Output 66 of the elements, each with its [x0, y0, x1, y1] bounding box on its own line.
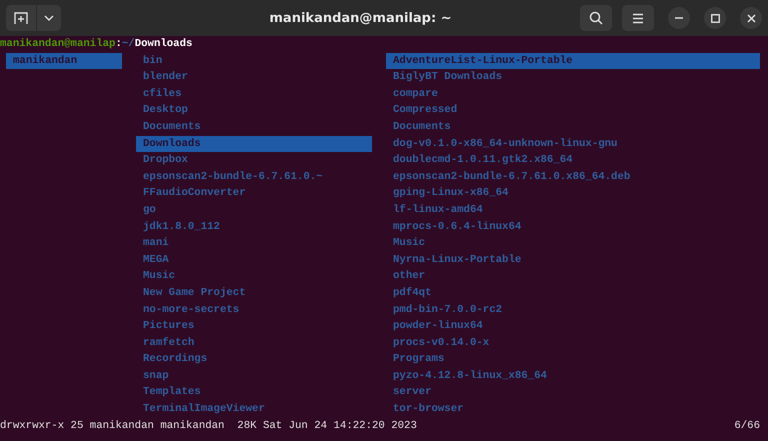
file-entry[interactable]: tor-browser	[386, 401, 760, 418]
maximize-button[interactable]	[704, 7, 726, 29]
close-icon	[746, 14, 756, 22]
file-entry[interactable]: pdf4qt	[386, 284, 760, 302]
file-entry[interactable]: blender	[136, 69, 372, 86]
file-entry[interactable]: bin	[136, 52, 372, 70]
file-entry[interactable]: snap	[136, 368, 372, 384]
file-entry[interactable]: TerminalImageViewer	[136, 401, 372, 418]
file-entry[interactable]: dog-v0.1.0-x86_64-unknown-linux-gnu	[386, 136, 760, 152]
file-entry[interactable]: Documents	[136, 118, 372, 136]
file-entry[interactable]: lf-linux-amd64	[386, 202, 760, 219]
new-tab-icon	[14, 12, 28, 24]
minimize-button[interactable]	[668, 7, 690, 29]
file-entry[interactable]: AdventureList-Linux-Portable	[386, 52, 760, 70]
search-icon	[589, 11, 603, 25]
prompt-text: Downloads	[134, 38, 192, 50]
file-entry[interactable]: procs-v0.14.0-x	[386, 334, 760, 352]
file-entry[interactable]: Dropbox	[136, 152, 372, 169]
dropdown-button[interactable]	[37, 5, 61, 31]
file-entry[interactable]: compare	[386, 86, 760, 102]
file-entry[interactable]: Music	[386, 235, 760, 252]
maximize-icon	[710, 14, 720, 22]
menu-icon	[632, 12, 644, 24]
file-entry[interactable]: mprocs-0.6.4-linux64	[386, 218, 760, 236]
file-entry[interactable]: Pictures	[136, 318, 372, 335]
file-info: drwxrwxr-x 25 manikandan manikandan 28K Sat Jun 24 14:22:20 2023	[0, 418, 417, 434]
file-entry[interactable]: gping-Linux-x86_64	[386, 185, 760, 202]
file-entry[interactable]: Music	[136, 268, 372, 285]
prompt-text: ~/	[122, 38, 135, 50]
file-entry[interactable]: epsonscan2-bundle-6.7.61.0.x86_64.deb	[386, 168, 760, 186]
file-entry[interactable]: doublecmd-1.0.11.gtk2.x86_64	[386, 152, 760, 169]
file-entry[interactable]: go	[136, 202, 372, 219]
file-entry[interactable]: FFaudioConverter	[136, 185, 372, 202]
prompt-text: manikandan@manilap	[0, 38, 116, 50]
file-entry[interactable]: epsonscan2-bundle-6.7.61.0.~	[136, 168, 372, 186]
file-entry[interactable]: BiglyBT Downloads	[386, 69, 760, 86]
file-entry[interactable]: manikandan	[6, 52, 122, 70]
file-entry[interactable]: pyzo-4.12.8-linux_x86_64	[386, 368, 760, 384]
position-counter: 6/66	[734, 418, 760, 434]
file-entry[interactable]: Desktop	[136, 102, 372, 119]
menu-button[interactable]	[622, 5, 654, 31]
file-entry[interactable]: no-more-secrets	[136, 302, 372, 318]
close-button[interactable]	[740, 7, 762, 29]
file-entry[interactable]: mani	[136, 235, 372, 252]
file-entry[interactable]: jdk1.8.0_112	[136, 218, 372, 236]
file-entry[interactable]: ramfetch	[136, 334, 372, 352]
file-entry[interactable]: New Game Project	[136, 284, 372, 302]
file-entry[interactable]: other	[386, 268, 760, 285]
search-button[interactable]	[580, 5, 612, 31]
prompt-text: :	[115, 38, 122, 50]
chevron-down-icon	[44, 15, 54, 21]
file-entry[interactable]: pmd-bin-7.0.0-rc2	[386, 302, 760, 318]
file-entry[interactable]: Programs	[386, 351, 760, 368]
file-entry[interactable]: Nyrna-Linux-Portable	[386, 252, 760, 268]
file-entry[interactable]: MEGA	[136, 252, 372, 268]
file-entry[interactable]: powder-linux64	[386, 318, 760, 335]
file-entry[interactable]: Recordings	[136, 351, 372, 368]
file-entry[interactable]: Documents	[386, 118, 760, 136]
new-tab-button[interactable]	[6, 5, 36, 31]
file-entry[interactable]: Downloads	[136, 136, 372, 152]
file-entry[interactable]: server	[386, 384, 760, 402]
window-title: manikandan@manilap: ~	[268, 10, 453, 26]
file-entry[interactable]: cfiles	[136, 86, 372, 102]
file-entry[interactable]: Templates	[136, 384, 372, 402]
minimize-icon	[675, 17, 683, 19]
file-entry[interactable]: Compressed	[386, 102, 760, 119]
